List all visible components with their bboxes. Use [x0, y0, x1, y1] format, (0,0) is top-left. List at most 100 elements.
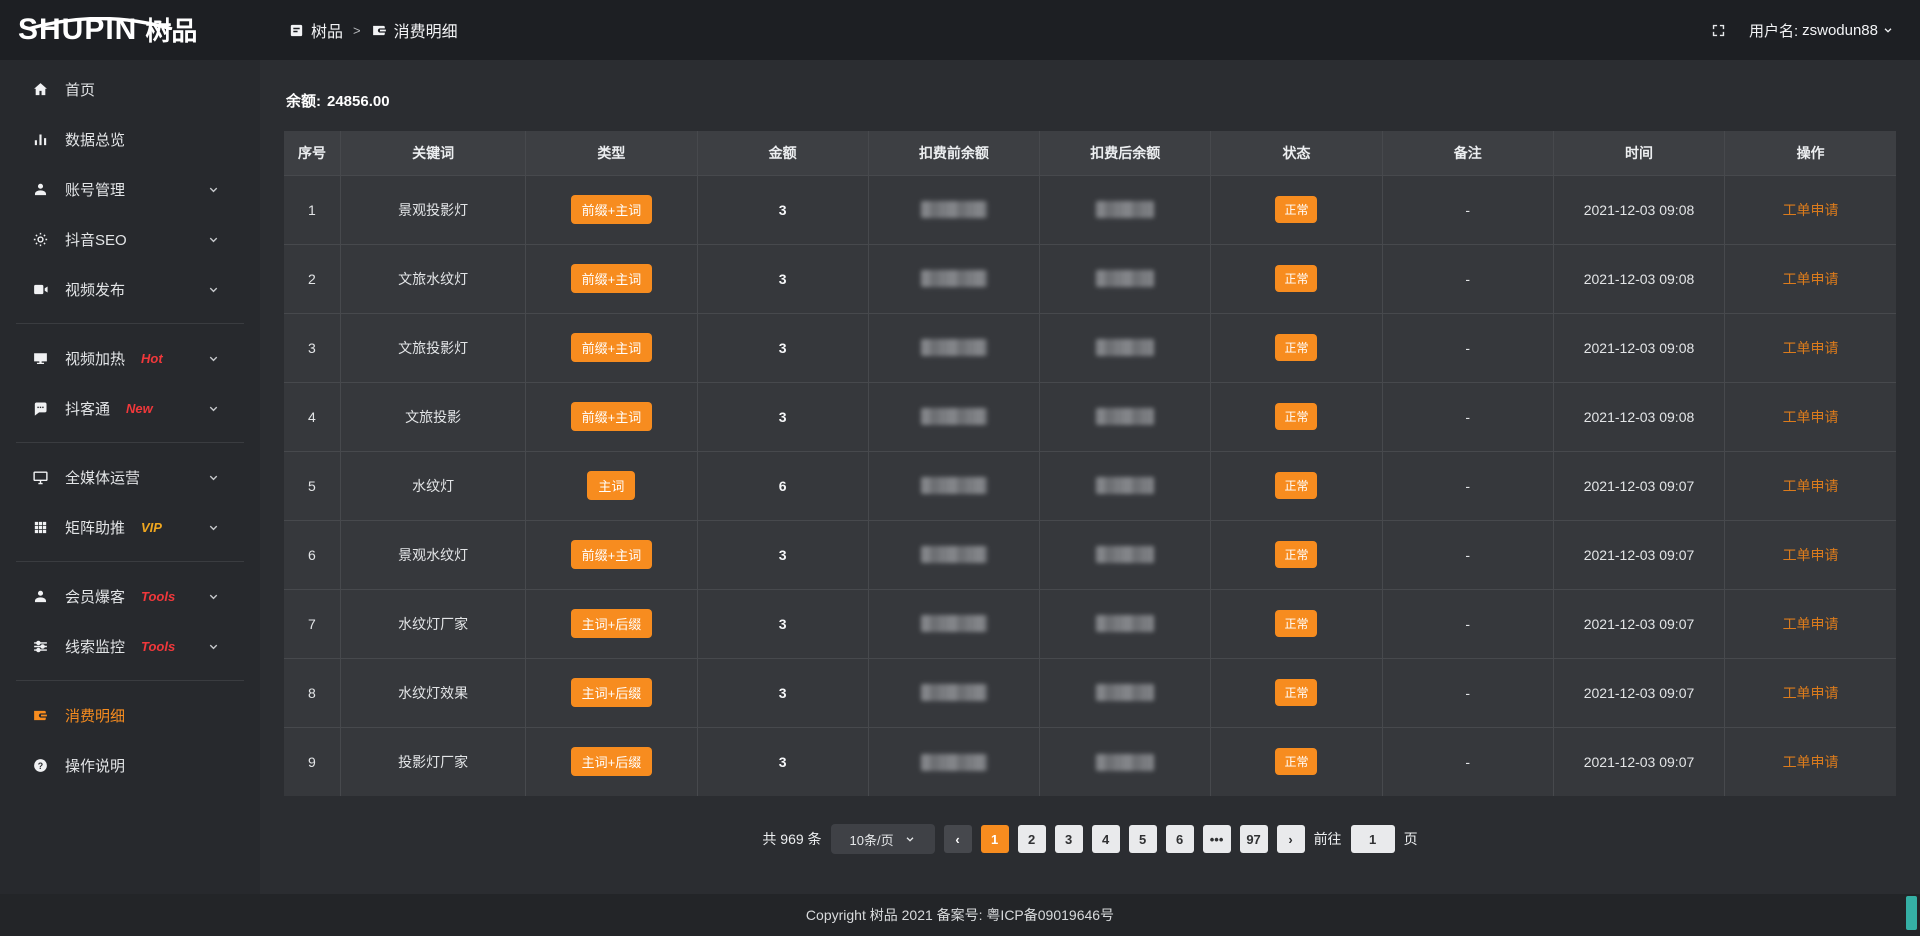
- remark-cell: -: [1382, 175, 1553, 244]
- time-cell: 2021-12-03 09:08: [1553, 382, 1724, 451]
- blurred-balance-before: [921, 339, 987, 356]
- status-cell: 正常: [1211, 727, 1382, 796]
- action-link[interactable]: 工单申请: [1783, 754, 1839, 770]
- balance-after-cell: [1040, 658, 1211, 727]
- action-link[interactable]: 工单申请: [1783, 616, 1839, 632]
- next-page-button[interactable]: ›: [1277, 825, 1305, 853]
- blurred-balance-before: [921, 684, 987, 701]
- column-header: 扣费后余额: [1040, 131, 1211, 175]
- row-index-cell: 8: [284, 658, 340, 727]
- sidebar-item-线索监控[interactable]: 线索监控Tools: [0, 621, 260, 671]
- status-badge: 正常: [1275, 403, 1317, 430]
- remark-cell: -: [1382, 658, 1553, 727]
- action-link[interactable]: 工单申请: [1783, 685, 1839, 701]
- sidebar-item-消费明细[interactable]: 消费明细: [0, 690, 260, 740]
- type-badge: 前缀+主词: [571, 540, 653, 569]
- row-index-cell: 3: [284, 313, 340, 382]
- matrix-grid-icon: [30, 519, 50, 536]
- sidebar-item-会员爆客[interactable]: 会员爆客 Tools: [0, 571, 260, 621]
- page-size-value: 10条/页: [850, 830, 894, 849]
- sidebar-item-首页[interactable]: 首页: [0, 64, 260, 114]
- user-dropdown[interactable]: 用户名: zswodun88: [1749, 20, 1894, 41]
- sidebar-item-视频发布[interactable]: 视频发布: [0, 264, 260, 314]
- sidebar-item-label: 抖客通: [65, 398, 110, 419]
- footer: Copyright 树品 2021 备案号: 粤ICP备09019646号: [0, 894, 1920, 936]
- balance-before-cell: [868, 175, 1039, 244]
- page-button-97[interactable]: 97: [1240, 825, 1268, 853]
- row-index-cell: 1: [284, 175, 340, 244]
- chevron-down-icon: [203, 640, 223, 653]
- amount-cell: 3: [697, 658, 868, 727]
- balance: 余额:24856.00: [286, 90, 1896, 111]
- page-size-select[interactable]: 10条/页: [831, 824, 935, 854]
- type-cell: 前缀+主词: [526, 382, 697, 451]
- topbar: SHUPIN 树品 树品>消费明细 用户名: zswodun88: [0, 0, 1920, 60]
- sidebar-item-视频加热[interactable]: 视频加热Hot: [0, 333, 260, 383]
- sidebar-item-账号管理[interactable]: 账号管理: [0, 164, 260, 214]
- sidebar-item-label: 首页: [65, 79, 95, 100]
- sidebar-item-矩阵助推[interactable]: 矩阵助推VIP: [0, 502, 260, 552]
- page-button-1[interactable]: 1: [981, 825, 1009, 853]
- table-row: 7水纹灯厂家主词+后缀3正常-2021-12-03 09:07工单申请: [284, 589, 1896, 658]
- logo-arc: [22, 17, 178, 30]
- goto-page-input[interactable]: 1: [1351, 825, 1395, 853]
- sidebar-item-label: 抖音SEO: [65, 229, 127, 250]
- sidebar-item-全媒体运营[interactable]: 全媒体运营: [0, 452, 260, 502]
- status-cell: 正常: [1211, 589, 1382, 658]
- sidebar-item-label: 会员爆客: [65, 586, 125, 607]
- remark-cell: -: [1382, 589, 1553, 658]
- breadcrumb-item[interactable]: 树品: [288, 18, 343, 42]
- time-cell: 2021-12-03 09:07: [1553, 451, 1724, 520]
- action-link[interactable]: 工单申请: [1783, 547, 1839, 563]
- column-header: 扣费前余额: [868, 131, 1039, 175]
- type-badge: 前缀+主词: [571, 402, 653, 431]
- row-index-cell: 6: [284, 520, 340, 589]
- action-link[interactable]: 工单申请: [1783, 478, 1839, 494]
- action-link[interactable]: 工单申请: [1783, 202, 1839, 218]
- balance-before-cell: [868, 313, 1039, 382]
- amount-cell: 3: [697, 175, 868, 244]
- blurred-balance-after: [1096, 546, 1154, 563]
- sidebar-item-数据总览[interactable]: 数据总览: [0, 114, 260, 164]
- status-badge: 正常: [1275, 334, 1317, 361]
- sidebar-item-抖客通[interactable]: 抖客通New: [0, 383, 260, 433]
- action-cell: 工单申请: [1725, 727, 1896, 796]
- status-badge: 正常: [1275, 472, 1317, 499]
- balance-after-cell: [1040, 727, 1211, 796]
- time-cell: 2021-12-03 09:07: [1553, 589, 1724, 658]
- sidebar-divider: [16, 442, 244, 443]
- page-button-6[interactable]: 6: [1166, 825, 1194, 853]
- chevron-down-icon: [203, 471, 223, 484]
- remark-cell: -: [1382, 727, 1553, 796]
- seo-gear-icon: [30, 231, 50, 248]
- sidebar-item-badge: Tools: [141, 589, 175, 604]
- blurred-balance-before: [921, 754, 987, 771]
- breadcrumb-label: 树品: [311, 18, 343, 42]
- more-pages-button[interactable]: •••: [1203, 825, 1231, 853]
- sidebar-item-label: 消费明细: [65, 705, 125, 726]
- member-user-icon: [30, 588, 50, 605]
- chat-icon: [30, 400, 50, 417]
- action-link[interactable]: 工单申请: [1783, 271, 1839, 287]
- breadcrumb-item[interactable]: 消费明细: [371, 18, 458, 42]
- action-link[interactable]: 工单申请: [1783, 340, 1839, 356]
- page-button-2[interactable]: 2: [1018, 825, 1046, 853]
- type-badge: 主词+后缀: [571, 747, 653, 776]
- action-cell: 工单申请: [1725, 382, 1896, 451]
- keyword-cell: 文旅投影灯: [340, 313, 525, 382]
- page-button-3[interactable]: 3: [1055, 825, 1083, 853]
- floating-widget[interactable]: [1906, 896, 1917, 930]
- sidebar-item-抖音SEO[interactable]: 抖音SEO: [0, 214, 260, 264]
- action-link[interactable]: 工单申请: [1783, 409, 1839, 425]
- breadcrumb: 树品>消费明细: [288, 18, 458, 42]
- fullscreen-icon[interactable]: [1710, 22, 1727, 39]
- table-row: 3文旅投影灯前缀+主词3正常-2021-12-03 09:08工单申请: [284, 313, 1896, 382]
- page-button-4[interactable]: 4: [1092, 825, 1120, 853]
- prev-page-button[interactable]: ‹: [944, 825, 972, 853]
- balance-after-cell: [1040, 313, 1211, 382]
- status-badge: 正常: [1275, 748, 1317, 775]
- row-index-cell: 4: [284, 382, 340, 451]
- page-button-5[interactable]: 5: [1129, 825, 1157, 853]
- blurred-balance-before: [921, 201, 987, 218]
- sidebar-item-操作说明[interactable]: ?操作说明: [0, 740, 260, 790]
